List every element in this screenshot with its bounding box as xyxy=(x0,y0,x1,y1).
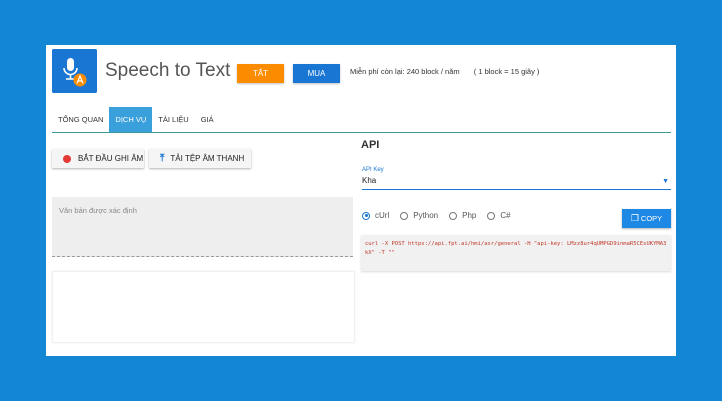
upload-audio-label: TẢI TỆP ÂM THANH xyxy=(170,154,245,163)
copy-button[interactable]: ❐ COPY xyxy=(622,209,671,228)
radio-unselected-icon xyxy=(400,211,409,220)
radio-csharp[interactable]: C# xyxy=(487,211,511,220)
tab-overview[interactable]: TỔNG QUAN xyxy=(52,107,109,132)
app-title: Speech to Text xyxy=(105,60,231,81)
start-recording-button[interactable]: BẮT ĐẦU GHI ÂM xyxy=(52,149,144,168)
buy-button[interactable]: MUA xyxy=(293,64,340,83)
radio-curl[interactable]: cUrl xyxy=(362,211,389,220)
radio-unselected-icon xyxy=(449,211,458,220)
tab-pricing[interactable]: GIÁ xyxy=(195,107,220,132)
quota-info: Miễn phí còn lại: 240 block / năm ( 1 bl… xyxy=(350,67,539,76)
copy-icon: ❐ xyxy=(630,213,639,223)
tab-services[interactable]: DỊCH VỤ xyxy=(109,107,153,132)
radio-php[interactable]: Php xyxy=(449,211,476,220)
record-dot-icon xyxy=(63,154,71,163)
radio-php-label: Php xyxy=(462,211,477,220)
radio-curl-label: cUrl xyxy=(375,211,390,220)
transcript-textarea[interactable]: Văn bản được xác định xyxy=(52,197,353,257)
api-key-label: API Key xyxy=(362,167,384,173)
radio-unselected-icon xyxy=(487,211,496,220)
copy-label: COPY xyxy=(640,214,663,223)
tab-documents[interactable]: TÀI LIỆU xyxy=(152,107,194,132)
result-panel xyxy=(52,271,355,343)
upload-arrow-icon: ⤒ xyxy=(160,153,165,164)
code-snippet: curl -X POST https://api.fpt.ai/hmi/asr/… xyxy=(361,235,671,271)
radio-python[interactable]: Python xyxy=(400,211,438,220)
caret-down-icon: ▼ xyxy=(662,178,669,185)
service-panel: Speech to Text TẮT MUA Miễn phí còn lại:… xyxy=(46,45,676,356)
upload-audio-button[interactable]: ⤒ TẢI TỆP ÂM THANH xyxy=(149,149,251,168)
microphone-translate-icon xyxy=(52,49,97,93)
tab-bar: TỔNG QUAN DỊCH VỤ TÀI LIỆU GIÁ xyxy=(52,107,671,133)
radio-csharp-label: C# xyxy=(500,211,511,220)
api-key-select[interactable]: Kha ▼ xyxy=(362,176,671,190)
block-note: ( 1 block = 15 giây ) xyxy=(473,67,540,76)
quota-text: Miễn phí còn lại: 240 block / năm xyxy=(350,67,460,76)
off-button[interactable]: TẮT xyxy=(237,64,284,83)
radio-python-label: Python xyxy=(413,211,439,220)
api-key-value: Kha xyxy=(362,176,377,185)
radio-selected-icon xyxy=(362,211,370,220)
start-recording-label: BẮT ĐẦU GHI ÂM xyxy=(78,154,144,163)
transcript-placeholder: Văn bản được xác định xyxy=(59,206,137,215)
api-heading: API xyxy=(361,139,380,151)
language-radio-group: cUrl Python Php C# xyxy=(362,211,522,220)
